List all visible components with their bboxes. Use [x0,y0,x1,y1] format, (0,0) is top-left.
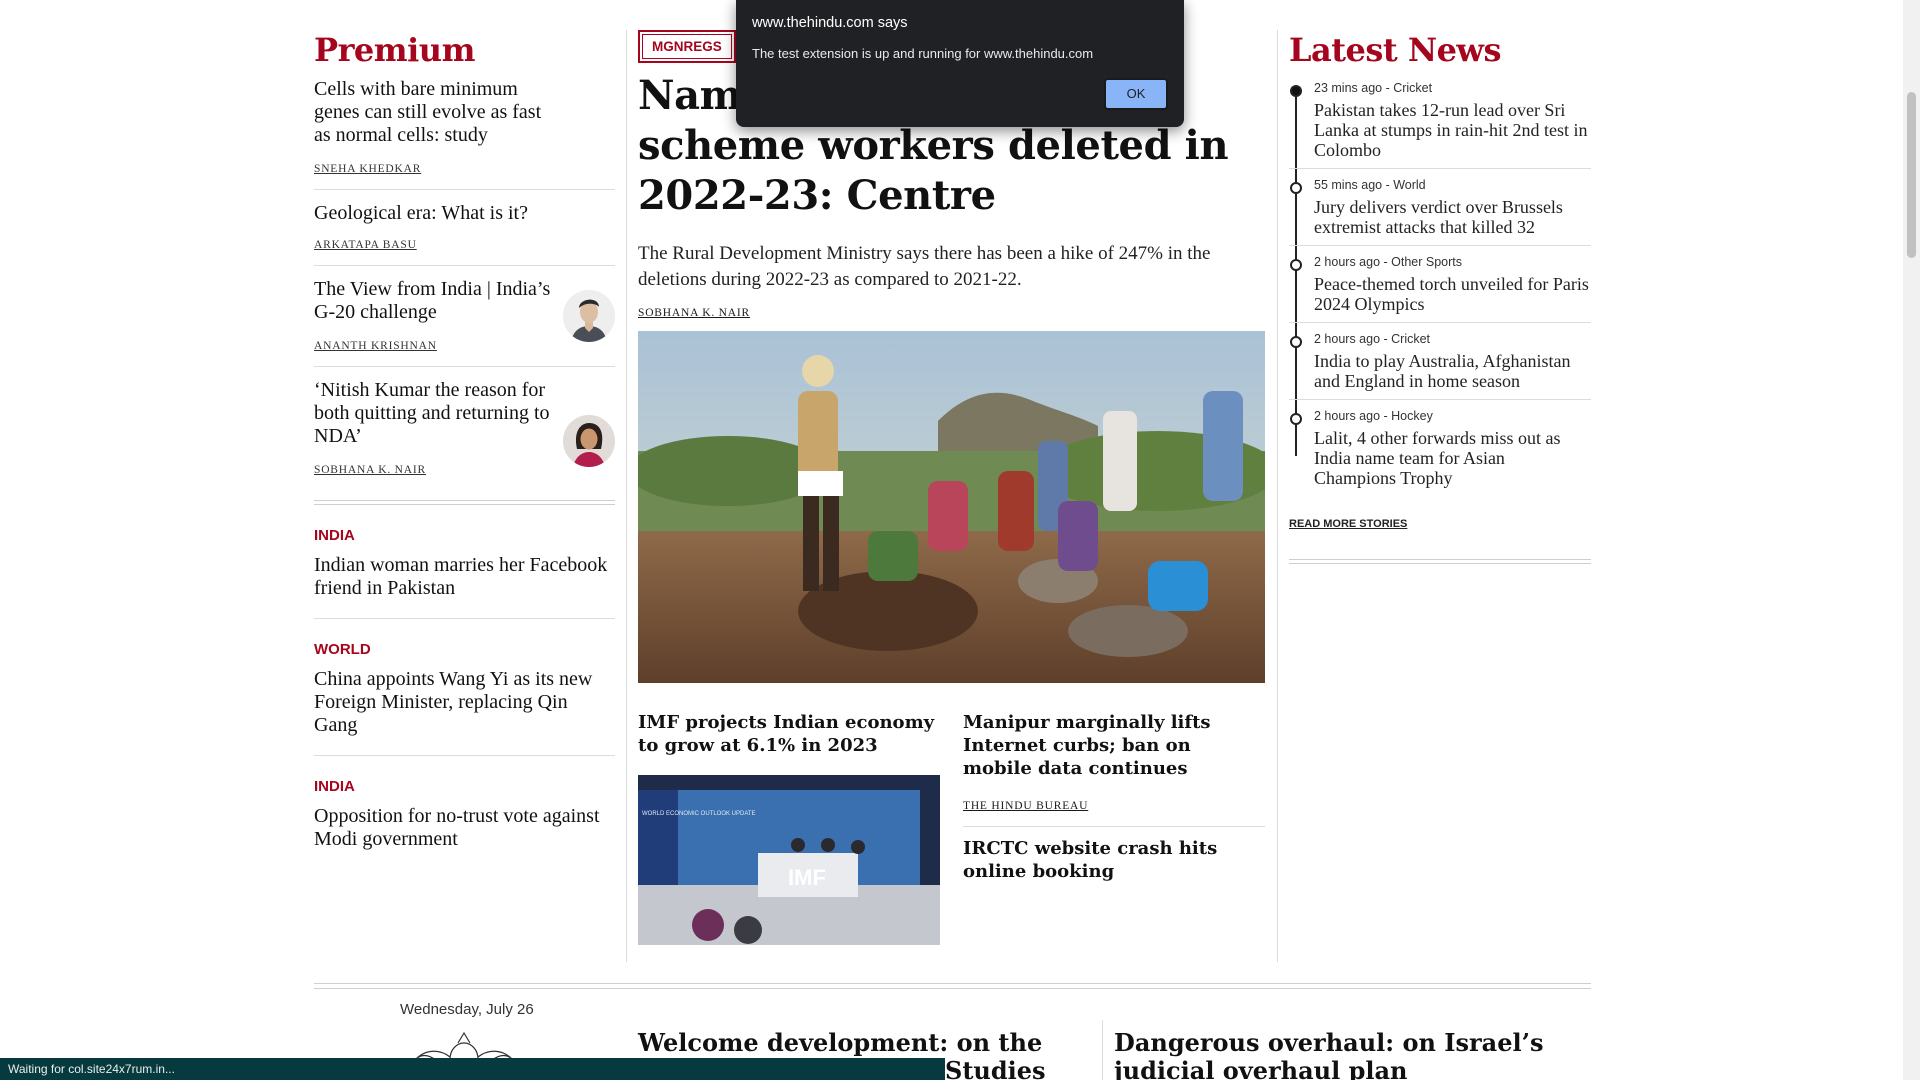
lead-headline-visible[interactable]: Nam [638,72,742,119]
left-column: Premium Cells with bare minimum genes ca… [314,30,615,869]
alert-title: www.thehindu.com says [752,15,908,31]
editorial-headline-continued[interactable]: Studies [945,1057,1105,1080]
timeline-dot-icon [1290,413,1302,425]
premium-item[interactable]: Geological era: What is it? ARKATAPA BAS… [314,190,615,266]
category-story-title[interactable]: Indian woman marries her Facebook friend… [314,554,615,600]
alert-message: The test extension is up and running for… [752,46,1094,61]
lead-headline-rest[interactable]: scheme workers deleted in 2022-23: Centr… [638,122,1229,219]
imf-image[interactable]: WORLD ECONOMIC OUTLOOK UPDATE IMF [638,775,940,945]
category-story-title[interactable]: China appoints Wang Yi as its new Foreig… [314,668,615,737]
secondary-story-title[interactable]: IRCTC website crash hits online booking [963,837,1265,883]
secondary-story-title[interactable]: Manipur marginally lifts Internet curbs;… [963,711,1265,780]
lead-image[interactable] [638,331,1265,683]
premium-item-title[interactable]: The View from India | India’s G-20 chall… [314,278,559,324]
news-meta: 2 hours ago - Hockey [1314,409,1433,423]
latest-news-heading[interactable]: Latest News [1289,30,1591,70]
news-category[interactable]: Hockey [1391,409,1433,423]
news-title[interactable]: Jury delivers verdict over Brussels extr… [1314,197,1591,237]
latest-news-item[interactable]: 2 hours ago - Other Sports Peace-themed … [1289,254,1591,323]
story-tag-label[interactable]: MGNREGS [642,34,732,59]
imf-screen-caption: WORLD ECONOMIC OUTLOOK UPDATE [642,811,756,817]
latest-news-item[interactable]: 23 mins ago - Cricket Pakistan takes 12-… [1289,80,1591,169]
timeline-dot-icon [1290,85,1302,97]
news-title[interactable]: India to play Australia, Afghanistan and… [1314,351,1591,391]
news-time: 55 mins ago [1314,178,1383,192]
category-label[interactable]: INDIA [314,527,615,544]
imf-studio-photo: WORLD ECONOMIC OUTLOOK UPDATE IMF [638,775,940,945]
alert-dialog: www.thehindu.com says The test extension… [736,0,1184,127]
news-category[interactable]: Cricket [1393,81,1432,95]
lead-author[interactable]: SOBHANA K. NAIR [638,307,1265,319]
latest-news-timeline: 23 mins ago - Cricket Pakistan takes 12-… [1289,80,1591,496]
bottom-divider [314,983,1591,989]
news-title[interactable]: Lalit, 4 other forwards miss out as Indi… [1314,428,1591,488]
category-story-title[interactable]: Opposition for no-trust vote against Mod… [314,805,615,851]
page-scrollbar[interactable] [1903,0,1920,1080]
premium-heading[interactable]: Premium [314,30,615,70]
section-divider [1289,559,1591,564]
author-photo-man [563,290,615,342]
main-column: MGNREGS Nam scheme workers deleted in 20… [638,30,1265,951]
column-divider [1277,30,1278,962]
category-label[interactable]: INDIA [314,778,615,795]
secondary-story-title[interactable]: IMF projects Indian economy to grow at 6… [638,711,940,757]
news-time: 2 hours ago [1314,409,1381,423]
timeline-dot-icon [1290,259,1302,271]
premium-item[interactable]: ‘Nitish Kumar the reason for both quitti… [314,367,615,490]
browser-status-bar: Waiting for col.site24x7rum.in... [0,1058,945,1080]
news-category[interactable]: World [1393,178,1425,192]
story-tag[interactable]: MGNREGS [638,30,736,63]
timeline-dot-icon [1290,336,1302,348]
news-meta: 2 hours ago - Cricket [1314,332,1431,346]
category-story[interactable]: WORLD China appoints Wang Yi as its new … [314,619,615,756]
premium-item-title[interactable]: Cells with bare minimum genes can still … [314,78,559,147]
editorial-headline[interactable]: Dangerous overhaul: on Israel’s judicial… [1114,1029,1584,1080]
edition-date: Wednesday, July 26 [400,1001,534,1018]
alert-ok-button[interactable]: OK [1104,78,1168,110]
lead-summary: The Rural Development Ministry says ther… [638,243,1211,290]
scrollbar-thumb[interactable] [1907,92,1916,258]
latest-news-item[interactable]: 55 mins ago - World Jury delivers verdic… [1289,177,1591,246]
news-time: 23 mins ago [1314,81,1383,95]
news-time: 2 hours ago [1314,255,1381,269]
read-more-stories-link[interactable]: READ MORE STORIES [1289,518,1407,530]
story-divider [963,826,1265,827]
news-category[interactable]: Other Sports [1391,255,1462,269]
premium-item-author[interactable]: ARKATAPA BASU [314,239,615,251]
latest-news-item[interactable]: 2 hours ago - Cricket India to play Aust… [1289,331,1591,400]
news-category[interactable]: Cricket [1391,332,1430,346]
category-story[interactable]: INDIA Indian woman marries her Facebook … [314,505,615,619]
secondary-story[interactable]: Manipur marginally lifts Internet curbs;… [963,711,1265,883]
premium-item-author[interactable]: SNEHA KHEDKAR [314,163,615,175]
premium-item[interactable]: Cells with bare minimum genes can still … [314,70,615,190]
premium-item-author[interactable]: ANANTH KRISHNAN [314,340,615,352]
author-avatar [563,290,615,342]
premium-item[interactable]: The View from India | India’s G-20 chall… [314,266,615,367]
premium-item-author[interactable]: SOBHANA K. NAIR [314,464,615,476]
news-meta: 2 hours ago - Other Sports [1314,255,1463,269]
secondary-story-author[interactable]: THE HINDU BUREAU [963,800,1265,812]
author-photo-woman [563,415,615,467]
latest-news-item[interactable]: 2 hours ago - Hockey Lalit, 4 other forw… [1289,408,1591,496]
author-avatar [563,415,615,467]
category-story[interactable]: INDIA Opposition for no-trust vote again… [314,756,615,869]
premium-item-title[interactable]: Geological era: What is it? [314,202,559,225]
news-title[interactable]: Peace-themed torch unveiled for Paris 20… [1314,274,1591,314]
secondary-story[interactable]: IMF projects Indian economy to grow at 6… [638,711,940,945]
editorial-headline-line[interactable]: Studies [945,1056,1046,1080]
category-story-list: INDIA Indian woman marries her Facebook … [314,505,615,869]
category-label[interactable]: WORLD [314,641,615,658]
column-divider [1102,1020,1103,1080]
imf-logo-text: IMF [788,865,826,890]
premium-item-title[interactable]: ‘Nitish Kumar the reason for both quitti… [314,379,559,448]
news-time: 2 hours ago [1314,332,1381,346]
news-title[interactable]: Pakistan takes 12-run lead over Sri Lank… [1314,100,1591,160]
secondary-stories: IMF projects Indian economy to grow at 6… [638,711,1265,951]
latest-news-column: Latest News 23 mins ago - Cricket Pakist… [1289,30,1591,564]
news-meta: 55 mins ago - World [1314,178,1426,192]
timeline-dot-icon [1290,182,1302,194]
workers-photo [638,331,1265,683]
column-divider [626,30,627,962]
news-meta: 23 mins ago - Cricket [1314,81,1433,95]
